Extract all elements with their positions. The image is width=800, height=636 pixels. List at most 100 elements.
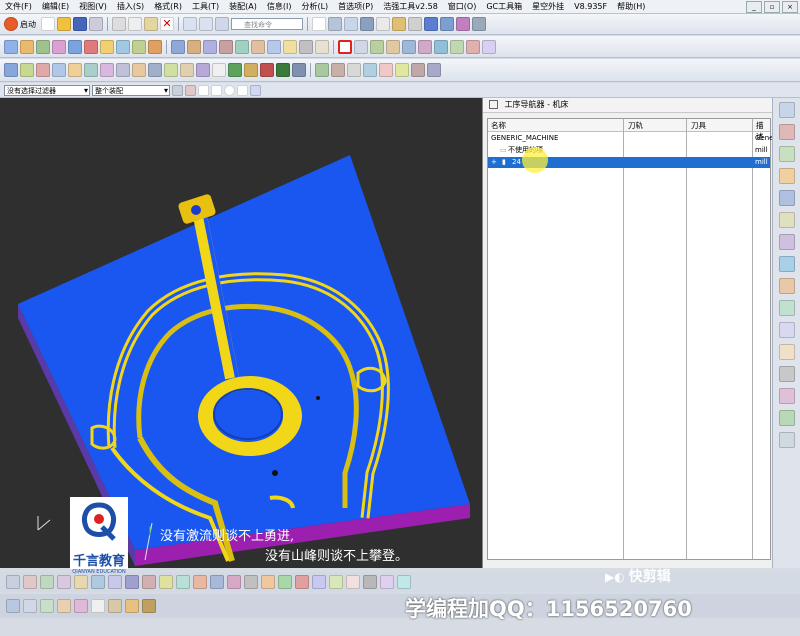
wcs-icon[interactable]	[6, 599, 20, 613]
spline-icon[interactable]	[84, 63, 98, 77]
trim-body-icon[interactable]	[251, 39, 265, 54]
show-icon[interactable]	[363, 575, 377, 589]
system-scene-icon[interactable]	[778, 322, 795, 338]
layer-settings-icon[interactable]	[329, 575, 343, 589]
part-navigator-icon[interactable]	[778, 146, 795, 162]
restore-icon[interactable]: ▫	[764, 1, 780, 13]
minimize-icon[interactable]: _	[746, 1, 762, 13]
rotate-wcs-icon[interactable]	[57, 599, 71, 613]
type-filter-select[interactable]: 没有选择过滤器	[4, 84, 90, 96]
edit-feature-icon[interactable]	[331, 63, 345, 77]
curve-icon[interactable]	[20, 63, 34, 77]
history-icon[interactable]	[778, 212, 795, 228]
shell-icon[interactable]	[203, 39, 217, 54]
section-icon[interactable]	[176, 575, 190, 589]
geometry-icon[interactable]	[386, 39, 400, 54]
boss-icon[interactable]	[68, 39, 82, 54]
info-icon[interactable]	[379, 63, 393, 77]
roles-icon[interactable]	[778, 300, 795, 316]
wireframe-icon[interactable]	[108, 575, 122, 589]
menu-format[interactable]: 格式(R)	[149, 1, 187, 12]
col-name[interactable]: 名称	[491, 120, 506, 131]
scope-select[interactable]: 整个装配	[92, 84, 170, 96]
clock-icon[interactable]	[427, 63, 441, 77]
open-folder-icon[interactable]	[57, 17, 71, 31]
properties-icon[interactable]	[411, 63, 425, 77]
pad-icon[interactable]	[100, 39, 114, 54]
sew-icon[interactable]	[260, 63, 274, 77]
shade-icon[interactable]	[360, 17, 374, 31]
orient-wcs-icon[interactable]	[23, 599, 37, 613]
web-browser-icon[interactable]	[778, 190, 795, 206]
palette-icon[interactable]	[778, 344, 795, 360]
delete-icon[interactable]: ✕	[160, 17, 174, 31]
replay-icon[interactable]	[363, 63, 377, 77]
extend-icon[interactable]	[228, 63, 242, 77]
move-object-icon[interactable]	[91, 599, 105, 613]
constraint-navigator-icon[interactable]	[778, 124, 795, 140]
chamfer-icon[interactable]	[187, 39, 201, 54]
top-view-icon[interactable]	[227, 575, 241, 589]
sweep-icon[interactable]	[196, 63, 210, 77]
intersect-icon[interactable]	[132, 63, 146, 77]
blank-icon[interactable]	[212, 63, 226, 77]
isometric-icon[interactable]	[210, 575, 224, 589]
left-view-icon[interactable]	[278, 575, 292, 589]
thicken-icon[interactable]	[276, 63, 290, 77]
menu-file[interactable]: 文件(F)	[0, 1, 37, 12]
new-file-icon[interactable]	[41, 17, 55, 31]
studio-icon[interactable]	[142, 575, 156, 589]
close-icon[interactable]: ×	[782, 1, 798, 13]
menu-info[interactable]: 信息(I)	[262, 1, 297, 12]
menu-view[interactable]: 视图(V)	[74, 1, 112, 12]
col-tool[interactable]: 刀具	[691, 120, 706, 131]
revolve-icon[interactable]	[36, 39, 50, 54]
mirror-icon[interactable]	[299, 39, 313, 54]
shaded-icon[interactable]	[91, 575, 105, 589]
draft-icon[interactable]	[219, 39, 233, 54]
menu-insert[interactable]: 插入(S)	[112, 1, 149, 12]
pan-icon[interactable]	[57, 575, 71, 589]
operation-icon[interactable]	[338, 39, 352, 54]
tool-icon[interactable]	[370, 39, 384, 54]
reuse-library-icon[interactable]	[778, 168, 795, 184]
manufacturing-wizard-icon[interactable]	[778, 278, 795, 294]
offset-icon[interactable]	[235, 39, 249, 54]
group-icon[interactable]	[125, 599, 139, 613]
window-icon[interactable]	[376, 17, 390, 31]
command-icon[interactable]	[215, 17, 229, 31]
output-icon[interactable]	[482, 39, 496, 54]
orient-icon[interactable]	[408, 17, 422, 31]
bridge-icon[interactable]	[148, 63, 162, 77]
hd3d-tools-icon[interactable]	[778, 410, 795, 426]
menu-analysis[interactable]: 分析(L)	[296, 1, 333, 12]
generate-icon[interactable]	[418, 39, 432, 54]
timer-icon[interactable]	[778, 366, 795, 382]
layer-icon[interactable]	[328, 17, 342, 31]
start-icon[interactable]	[4, 17, 18, 31]
dynamic-wcs-icon[interactable]	[40, 599, 54, 613]
system-material-icon[interactable]	[778, 234, 795, 250]
surface-icon[interactable]	[4, 63, 18, 77]
hidden-edges-icon[interactable]	[125, 575, 139, 589]
project-icon[interactable]	[116, 63, 130, 77]
pocket-icon[interactable]	[84, 39, 98, 54]
groove-icon[interactable]	[132, 39, 146, 54]
check-icon[interactable]	[292, 63, 306, 77]
offset-curve-icon[interactable]	[100, 63, 114, 77]
transform-icon[interactable]	[108, 599, 122, 613]
datum-plane-icon[interactable]	[315, 39, 329, 54]
mold-wizard-icon[interactable]	[778, 432, 795, 448]
face-analysis-icon[interactable]	[159, 575, 173, 589]
process-studio-icon[interactable]	[778, 256, 795, 272]
display-icon[interactable]	[344, 17, 358, 31]
program-icon[interactable]	[354, 39, 368, 54]
perspective-icon[interactable]	[74, 575, 88, 589]
method-icon[interactable]	[402, 39, 416, 54]
menu-preferences[interactable]: 首选项(P)	[333, 1, 378, 12]
feature-icon[interactable]	[315, 63, 329, 77]
copy-icon[interactable]	[128, 17, 142, 31]
edit-object-icon[interactable]	[397, 575, 411, 589]
view-triad-icon[interactable]	[250, 84, 261, 96]
navigator-table[interactable]: 名称 刀轨 刀具 描述 GENERIC_MACHINE Gene ▭ 不使用的项…	[487, 118, 773, 560]
